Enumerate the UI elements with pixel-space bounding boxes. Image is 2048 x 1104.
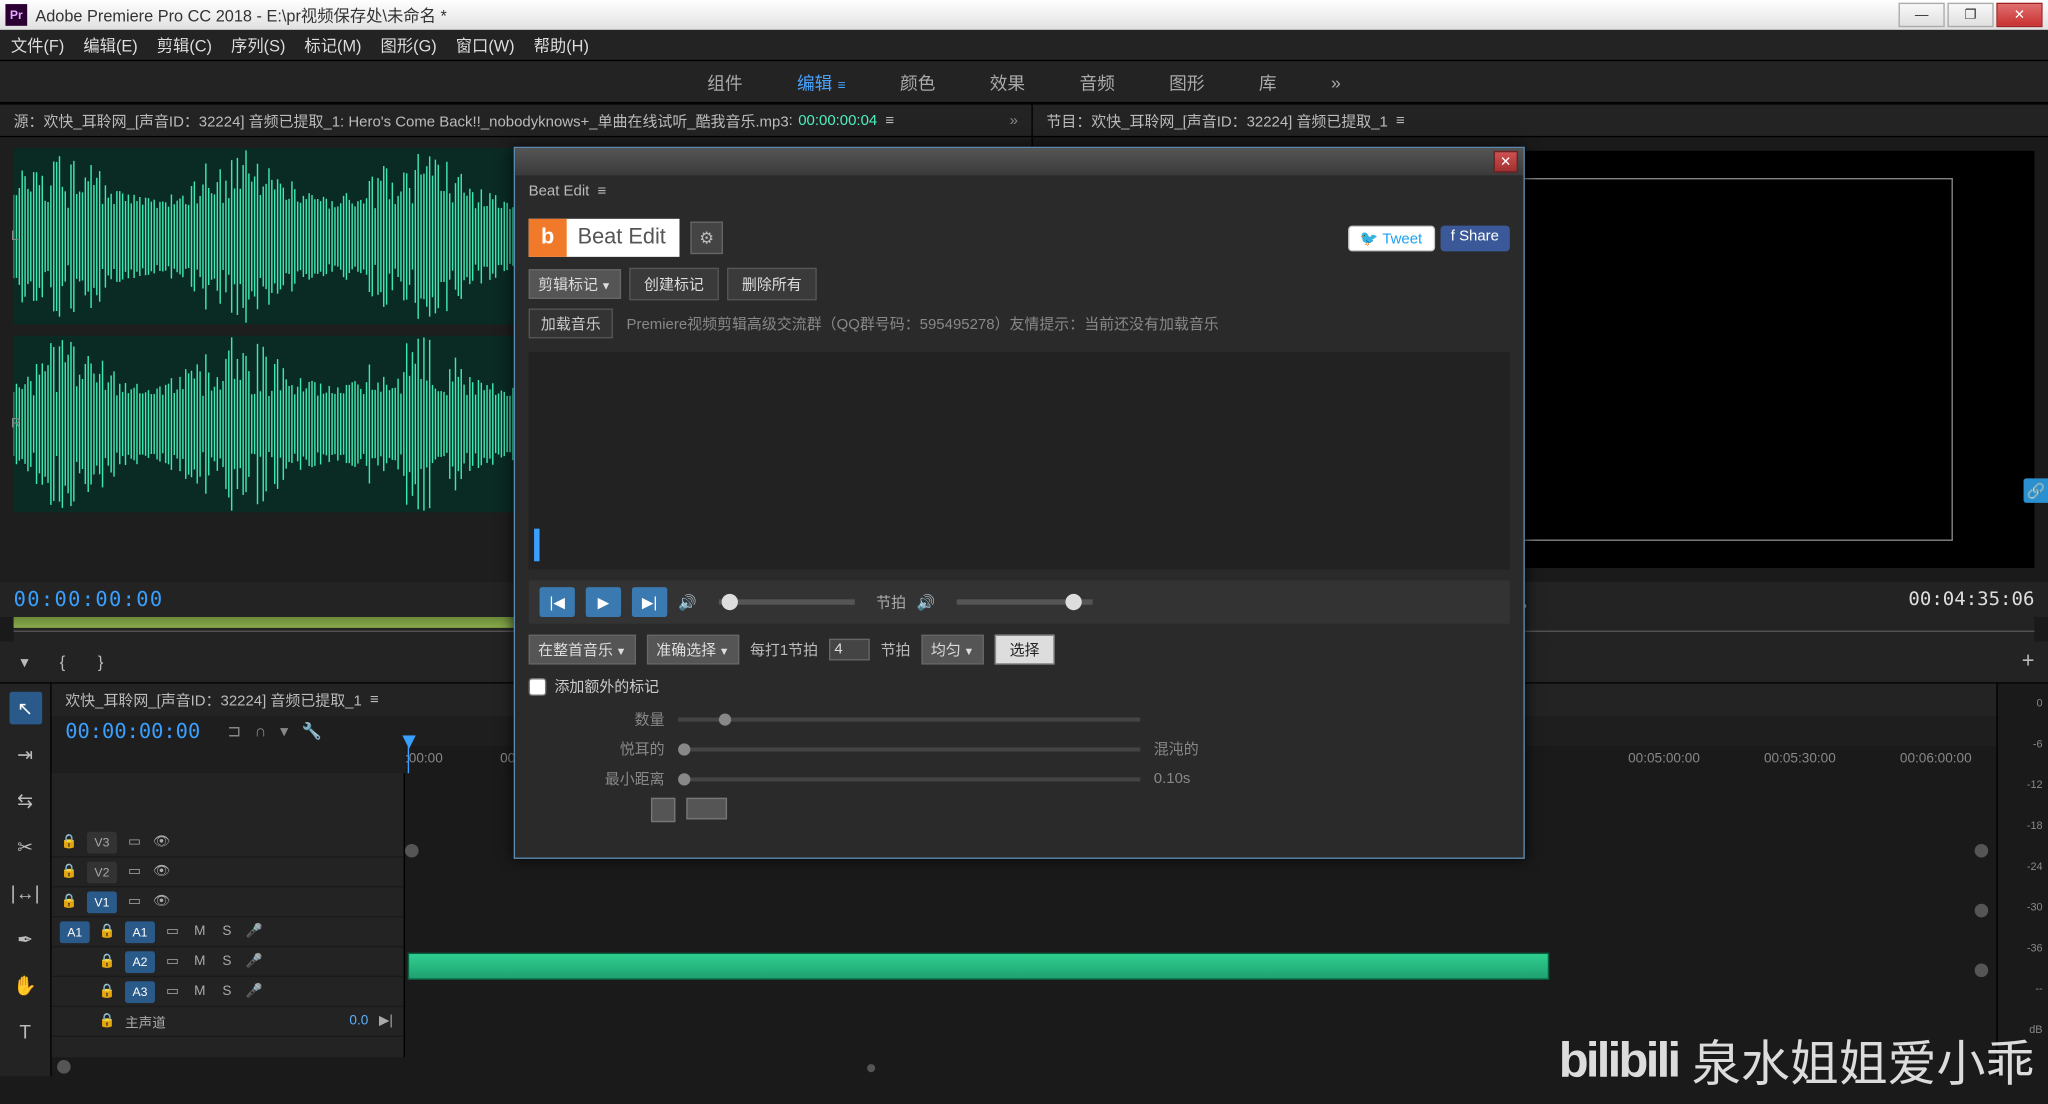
- snap-icon[interactable]: ⊐: [227, 722, 241, 741]
- tweet-button[interactable]: 🐦 Tweet: [1348, 225, 1435, 251]
- precision-select[interactable]: 准确选择▼: [647, 635, 739, 665]
- marker-type-select[interactable]: 剪辑标记▼: [529, 269, 621, 299]
- count-slider[interactable]: [678, 717, 1140, 721]
- program-duration: 00:04:35:06: [1908, 588, 2034, 610]
- type-tool[interactable]: T: [9, 1015, 42, 1048]
- every-input[interactable]: [829, 639, 870, 661]
- src-a1: A1: [60, 921, 90, 943]
- track-headers: 🔒V3▭👁 🔒V2▭👁 🔒V1▭👁 A1🔒A1▭MS🎤 🔒A2▭MS🎤 🔒A3▭…: [52, 773, 405, 1057]
- menu-marker[interactable]: 标记(M): [304, 33, 361, 56]
- slip-tool[interactable]: |↔|: [9, 877, 42, 910]
- share-button[interactable]: f Share: [1440, 225, 1510, 251]
- zoom-handle[interactable]: [1975, 964, 1989, 978]
- menu-help[interactable]: 帮助(H): [534, 33, 589, 56]
- channel-right-label: R: [11, 417, 21, 432]
- create-markers-button[interactable]: 创建标记: [629, 268, 719, 301]
- ripple-tool[interactable]: ⇆: [9, 784, 42, 817]
- source-tab[interactable]: 源： 欢快_耳聆网_[声音ID：32224] 音频已提取_1: Hero's C…: [0, 105, 1031, 138]
- zoom-handle[interactable]: [405, 844, 419, 858]
- delete-all-button[interactable]: 删除所有: [727, 268, 817, 301]
- ws-color[interactable]: 颜色: [900, 69, 935, 95]
- menu-file[interactable]: 文件(F): [11, 33, 64, 56]
- timeline-timecode[interactable]: 00:00:00:00: [65, 719, 200, 743]
- close-button[interactable]: ✕: [1996, 3, 2042, 27]
- in-point-icon[interactable]: {: [52, 651, 74, 673]
- ws-graphics[interactable]: 图形: [1169, 69, 1204, 95]
- window-title: Adobe Premiere Pro CC 2018 - E:\pr视频保存处\…: [35, 3, 446, 26]
- audio-meter: 0 -6 -12 -18 -24 -30 -36 -- dB: [1996, 684, 2048, 1077]
- menu-sequence[interactable]: 序列(S): [231, 33, 285, 56]
- track-select-tool[interactable]: ⇥: [9, 738, 42, 771]
- audio-clip[interactable]: [408, 953, 1550, 980]
- skip-start-icon[interactable]: |◀: [540, 587, 575, 617]
- beat-waveform-area[interactable]: [529, 352, 1510, 569]
- pleasant-slider[interactable]: [678, 747, 1140, 751]
- info-text: Premiere视频剪辑高级交流群（QQ群号码：595495278）友情提示：当…: [626, 313, 1218, 335]
- linked-sel-icon[interactable]: ∩: [255, 722, 267, 741]
- dice-icon[interactable]: [651, 798, 675, 822]
- workspace-bar: 组件 编辑 颜色 效果 音频 图形 库 »: [0, 60, 2048, 103]
- speaker-icon[interactable]: 🔊: [678, 593, 697, 611]
- marker-add-icon[interactable]: ▾: [280, 722, 288, 741]
- uniform-select[interactable]: 均匀▼: [921, 635, 983, 665]
- hzoom-handle[interactable]: [57, 1060, 71, 1074]
- channel-left-label: L: [11, 229, 19, 244]
- premiere-icon: Pr: [5, 4, 27, 26]
- zoom-handle[interactable]: [1975, 904, 1989, 918]
- program-tab[interactable]: 节目： 欢快_耳聆网_[声音ID：32224] 音频已提取_1 ≡: [1033, 105, 2048, 138]
- menu-edit[interactable]: 编辑(E): [83, 33, 137, 56]
- gear-icon[interactable]: ⚙: [690, 222, 723, 255]
- ws-audio[interactable]: 音频: [1079, 69, 1114, 95]
- menu-graphics[interactable]: 图形(G): [381, 33, 437, 56]
- ws-assembly[interactable]: 组件: [707, 69, 742, 95]
- ws-effects[interactable]: 效果: [990, 69, 1025, 95]
- link-badge-icon[interactable]: 🔗: [2024, 478, 2048, 502]
- dialog-close-button[interactable]: ✕: [1494, 151, 1518, 173]
- speaker2-icon[interactable]: 🔊: [917, 593, 936, 611]
- extra-markers-checkbox[interactable]: [529, 677, 547, 695]
- menu-window[interactable]: 窗口(W): [456, 33, 515, 56]
- mindist-slider[interactable]: [678, 777, 1140, 781]
- settings-icon[interactable]: 🔧: [302, 722, 322, 741]
- beat-edit-tab[interactable]: Beat Edit: [529, 183, 590, 199]
- beat-playhead[interactable]: [534, 529, 539, 562]
- ws-editing[interactable]: 编辑: [797, 69, 846, 95]
- maximize-button[interactable]: ❐: [1947, 3, 1993, 27]
- scope-select[interactable]: 在整首音乐▼: [529, 635, 636, 665]
- window-titlebar: Pr Adobe Premiere Pro CC 2018 - E:\pr视频保…: [0, 0, 2048, 30]
- select-button[interactable]: 选择: [995, 635, 1055, 665]
- load-music-button[interactable]: 加载音乐: [529, 308, 613, 338]
- beat-edit-logo: b Beat Edit: [529, 219, 680, 257]
- tool-strip: ↖ ⇥ ⇆ ✂ |↔| ✒ ✋ T: [0, 684, 52, 1077]
- ws-library[interactable]: 库: [1259, 69, 1277, 95]
- pen-tool[interactable]: ✒: [9, 923, 42, 956]
- hand-tool[interactable]: ✋: [9, 969, 42, 1002]
- zoom-handle[interactable]: [1975, 844, 1989, 858]
- marker-icon[interactable]: ▾: [14, 651, 36, 673]
- source-timecode[interactable]: 00:00:00:00: [14, 587, 164, 611]
- menu-bar: 文件(F) 编辑(E) 剪辑(C) 序列(S) 标记(M) 图形(G) 窗口(W…: [0, 30, 2048, 60]
- menu-clip[interactable]: 剪辑(C): [157, 33, 212, 56]
- ws-overflow[interactable]: »: [1331, 71, 1341, 91]
- beat-volume-slider[interactable]: [957, 599, 1093, 604]
- volume-slider[interactable]: [719, 599, 855, 604]
- out-point-icon[interactable]: }: [90, 651, 112, 673]
- dialog-titlebar[interactable]: ✕: [515, 148, 1523, 175]
- source-overflow-icon[interactable]: »: [1010, 112, 1018, 128]
- skip-end-icon[interactable]: ▶|: [632, 587, 667, 617]
- selection-tool[interactable]: ↖: [9, 692, 42, 725]
- beat-edit-dialog: ✕ Beat Edit≡ b Beat Edit ⚙ 🐦 Tweet f Sha…: [514, 147, 1525, 859]
- play-icon[interactable]: ▶: [586, 587, 621, 617]
- randomize-button[interactable]: [686, 798, 727, 820]
- add-button-icon[interactable]: +: [2022, 650, 2035, 674]
- razor-tool[interactable]: ✂: [9, 830, 42, 863]
- minimize-button[interactable]: —: [1899, 3, 1945, 27]
